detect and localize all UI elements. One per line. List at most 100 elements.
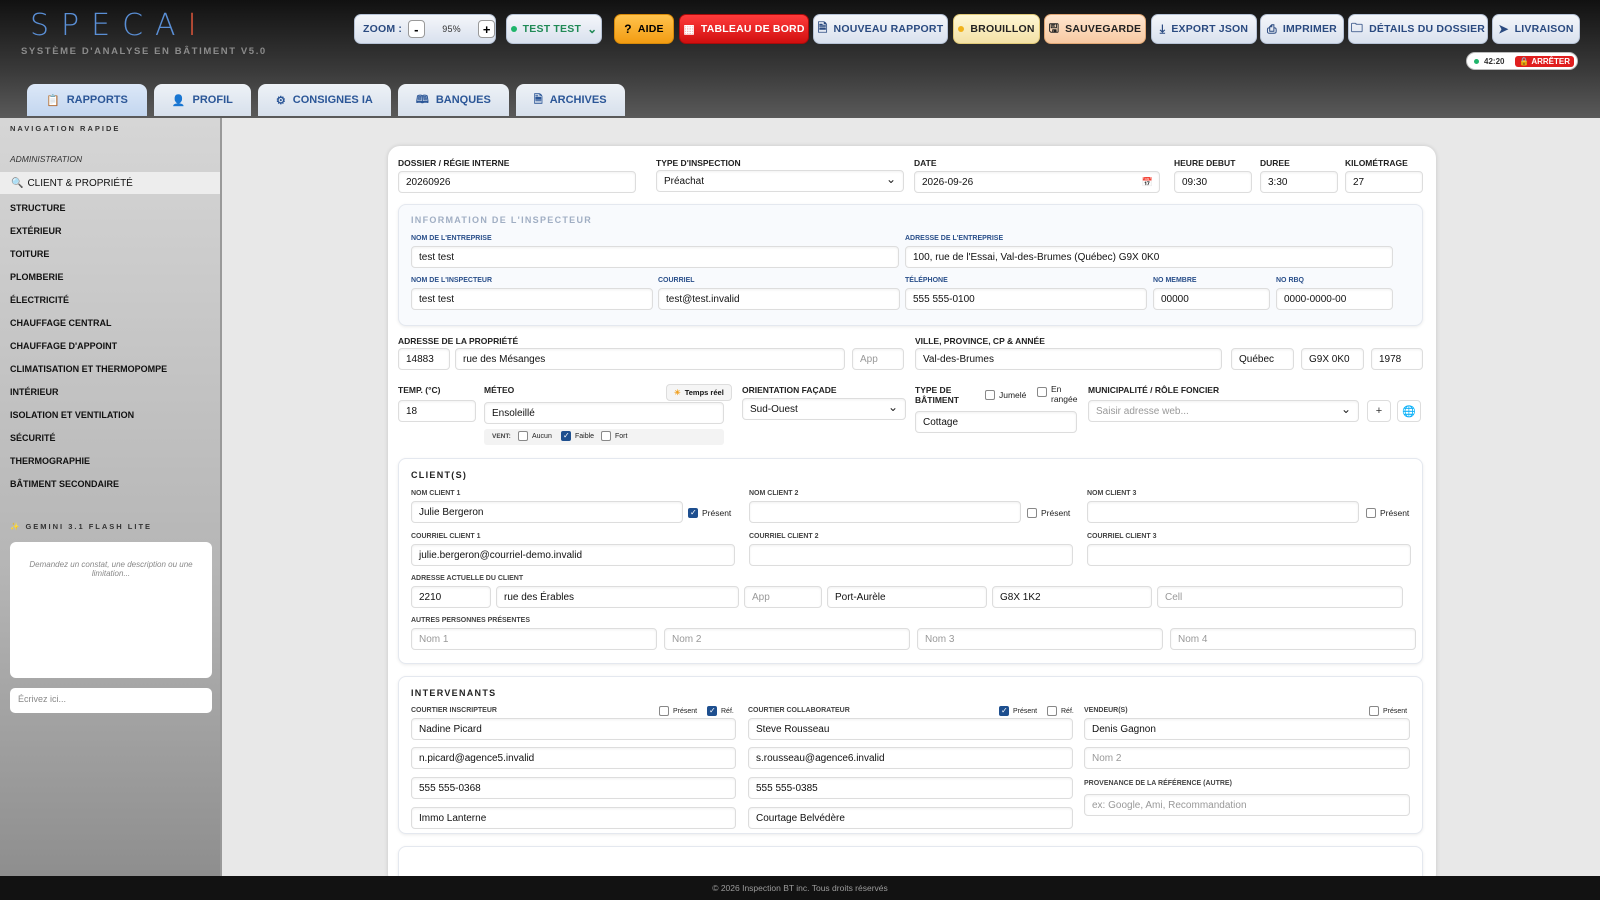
building-type-field[interactable]: Cottage xyxy=(915,411,1077,433)
client-city-field[interactable]: Port-Aurèle xyxy=(827,586,987,608)
street-number-field[interactable]: 14883 xyxy=(398,348,450,370)
city-field[interactable]: Val-des-Brumes xyxy=(915,348,1222,370)
company-name-field[interactable]: test test xyxy=(411,246,899,268)
client1-present-checkbox[interactable]: Présent xyxy=(688,508,731,518)
sidebar-item[interactable]: ÉLECTRICITÉ xyxy=(10,295,69,305)
client1-name-field[interactable]: Julie Bergeron xyxy=(411,501,683,523)
inspection-type-select[interactable]: Préachat xyxy=(656,170,904,192)
client2-present-checkbox[interactable]: Présent xyxy=(1027,508,1070,518)
listing-broker-name[interactable]: Nadine Picard xyxy=(411,718,736,740)
co-broker-email[interactable]: s.rousseau@agence6.invalid xyxy=(748,747,1073,769)
other-person3-field[interactable]: Nom 3 xyxy=(917,628,1163,650)
semi-detached-checkbox[interactable]: Jumelé xyxy=(985,390,1026,400)
client2-email-field[interactable] xyxy=(749,544,1073,566)
orientation-select[interactable]: Sud-Ouest xyxy=(742,398,906,420)
client2-name-field[interactable] xyxy=(749,501,1021,523)
sidebar-item[interactable]: BÂTIMENT SECONDAIRE xyxy=(10,479,119,489)
tab-consignes-ia[interactable]: ⚙ CONSIGNES IA xyxy=(257,84,391,116)
sidebar-item[interactable]: PLOMBERIE xyxy=(10,272,64,282)
seller2-name[interactable]: Nom 2 xyxy=(1084,747,1410,769)
co-broker-agency[interactable]: Courtage Belvédère xyxy=(748,807,1073,829)
phone-field[interactable]: 555 555-0100 xyxy=(905,288,1147,310)
client-cell-field[interactable]: Cell xyxy=(1157,586,1403,608)
temperature-field[interactable]: 18 xyxy=(398,400,476,422)
sidebar-item[interactable]: CLIMATISATION ET THERMOPOMPE xyxy=(10,364,167,374)
company-address-field[interactable]: 100, rue de l'Essai, Val-des-Brumes (Qué… xyxy=(905,246,1393,268)
tab-banques[interactable]: 🕮 BANQUES xyxy=(397,84,509,116)
sidebar-item[interactable]: THERMOGRAPHIE xyxy=(10,456,90,466)
zoom-in-button[interactable]: + xyxy=(478,20,496,38)
other-person2-field[interactable]: Nom 2 xyxy=(664,628,910,650)
sidebar-item-client[interactable]: 🔍 CLIENT & PROPRIÉTÉ xyxy=(0,172,220,194)
province-field[interactable]: Québec xyxy=(1231,348,1294,370)
tab-profil[interactable]: 👤 PROFIL xyxy=(153,84,251,116)
duration-field[interactable]: 3:30 xyxy=(1260,171,1338,193)
print-button[interactable]: ⎙ IMPRIMER xyxy=(1260,14,1344,44)
dashboard-button[interactable]: ▦ TABLEAU DE BORD xyxy=(679,14,809,44)
client1-email-field[interactable]: julie.bergeron@courriel-demo.invalid xyxy=(411,544,735,566)
member-number-field[interactable]: 00000 xyxy=(1153,288,1270,310)
listing-broker-present-checkbox[interactable]: Présent xyxy=(659,706,697,716)
calendar-icon[interactable]: 📅 xyxy=(1142,177,1153,188)
co-broker-phone[interactable]: 555 555-0385 xyxy=(748,777,1073,799)
sidebar-item[interactable]: EXTÉRIEUR xyxy=(10,226,62,236)
client3-present-checkbox[interactable]: Présent xyxy=(1366,508,1409,518)
client3-email-field[interactable] xyxy=(1087,544,1411,566)
municipality-select[interactable]: Saisir adresse web... xyxy=(1088,400,1359,422)
sidebar-item[interactable]: INTÉRIEUR xyxy=(10,387,59,397)
row-house-checkbox[interactable]: En rangée xyxy=(1037,384,1081,404)
listing-broker-agency[interactable]: Immo Lanterne xyxy=(411,807,736,829)
email-field[interactable]: test@test.invalid xyxy=(658,288,900,310)
date-field[interactable]: 2026-09-26 📅 xyxy=(914,171,1160,193)
realtime-weather-button[interactable]: ☀ Temps réel xyxy=(666,384,732,401)
sidebar-item[interactable]: CHAUFFAGE D'APPOINT xyxy=(10,341,117,351)
wind-low-checkbox[interactable]: Faible xyxy=(561,431,594,441)
co-broker-name[interactable]: Steve Rousseau xyxy=(748,718,1073,740)
sidebar-item[interactable]: CHAUFFAGE CENTRAL xyxy=(10,318,112,328)
draft-button[interactable]: BROUILLON xyxy=(953,14,1040,44)
other-person1-field[interactable]: Nom 1 xyxy=(411,628,657,650)
other-person4-field[interactable]: Nom 4 xyxy=(1170,628,1416,650)
seller1-name[interactable]: Denis Gagnon xyxy=(1084,718,1410,740)
sidebar-item[interactable]: ISOLATION ET VENTILATION xyxy=(10,410,134,420)
new-report-button[interactable]: 🗎 NOUVEAU RAPPORT xyxy=(813,14,948,44)
sidebar-item[interactable]: STRUCTURE xyxy=(10,203,66,213)
globe-icon[interactable]: 🌐 xyxy=(1397,400,1421,422)
wind-strong-checkbox[interactable]: Fort xyxy=(601,431,627,441)
ai-chat-input[interactable]: Écrivez ici... xyxy=(10,688,212,713)
client-postal-code-field[interactable]: G8X 1K2 xyxy=(992,586,1152,608)
sidebar-item[interactable]: TOITURE xyxy=(10,249,49,259)
add-municipality-button[interactable]: + xyxy=(1367,400,1391,422)
client-street-number-field[interactable]: 2210 xyxy=(411,586,491,608)
mileage-field[interactable]: 27 xyxy=(1345,171,1423,193)
listing-broker-phone[interactable]: 555 555-0368 xyxy=(411,777,736,799)
rbq-field[interactable]: 0000-0000-00 xyxy=(1276,288,1393,310)
postal-code-field[interactable]: G9X 0K0 xyxy=(1301,348,1364,370)
app-field[interactable]: App xyxy=(852,348,904,370)
co-broker-ref-checkbox[interactable]: Réf. xyxy=(1047,706,1074,716)
listing-broker-ref-checkbox[interactable]: Réf. xyxy=(707,706,734,716)
seller-present-checkbox[interactable]: Présent xyxy=(1369,706,1407,716)
sidebar-item[interactable]: SÉCURITÉ xyxy=(10,433,56,443)
user-menu-button[interactable]: TEST TEST ⌄ xyxy=(506,14,602,44)
start-time-field[interactable]: 09:30 xyxy=(1174,171,1252,193)
client-app-field[interactable]: App xyxy=(744,586,822,608)
help-button[interactable]: ? AIDE xyxy=(614,14,674,44)
export-json-button[interactable]: ⤓ EXPORT JSON xyxy=(1151,14,1257,44)
client3-name-field[interactable] xyxy=(1087,501,1359,523)
co-broker-present-checkbox[interactable]: Présent xyxy=(999,706,1037,716)
inspector-name-field[interactable]: test test xyxy=(411,288,653,310)
referral-source-field[interactable]: ex: Google, Ami, Recommandation xyxy=(1084,794,1410,816)
zoom-out-button[interactable]: - xyxy=(408,20,425,38)
delivery-button[interactable]: ➤ LIVRAISON xyxy=(1492,14,1580,44)
listing-broker-email[interactable]: n.picard@agence5.invalid xyxy=(411,747,736,769)
wind-none-checkbox[interactable]: Aucun xyxy=(518,431,552,441)
client-street-field[interactable]: rue des Érables xyxy=(496,586,739,608)
weather-field[interactable]: Ensoleillé xyxy=(484,402,724,424)
tab-archives[interactable]: 🗎 ARCHIVES xyxy=(515,84,625,116)
street-field[interactable]: rue des Mésanges xyxy=(455,348,845,370)
dossier-field[interactable]: 20260926 xyxy=(398,171,636,193)
save-button[interactable]: 🖫 SAUVEGARDE xyxy=(1044,14,1146,44)
stop-timer-button[interactable]: 🔒 ARRÊTER xyxy=(1515,55,1574,67)
year-field[interactable]: 1978 xyxy=(1371,348,1423,370)
